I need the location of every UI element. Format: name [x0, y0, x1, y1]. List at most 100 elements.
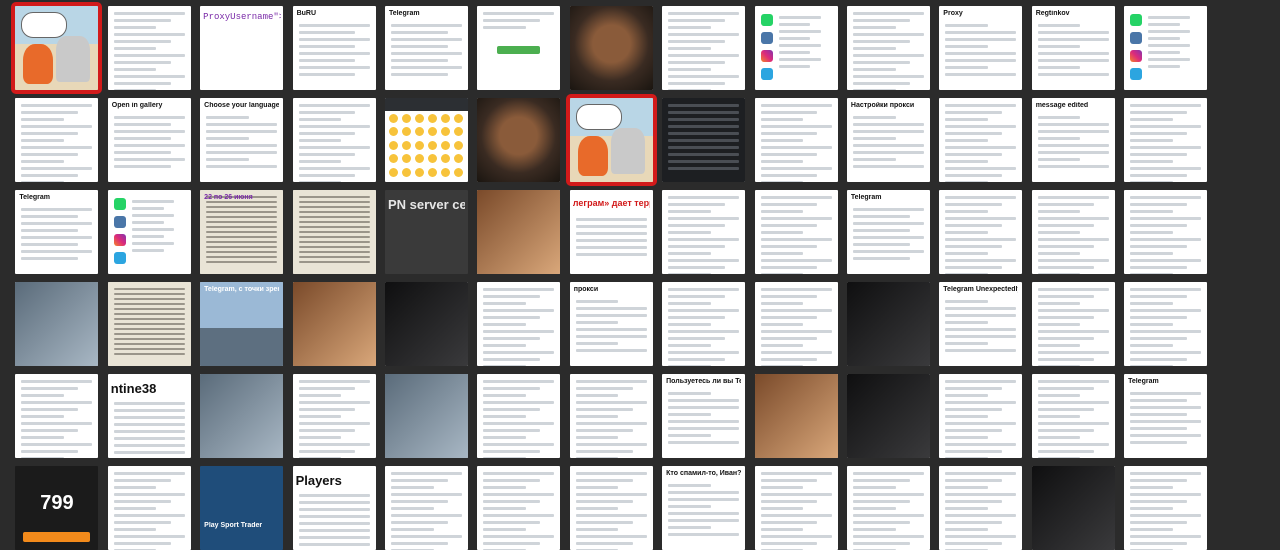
image-tile[interactable]: [292, 374, 376, 458]
image-tile[interactable]: [939, 98, 1023, 182]
image-tile[interactable]: [754, 6, 838, 90]
image-tile[interactable]: [477, 374, 561, 458]
text-line: [483, 288, 555, 291]
image-tile[interactable]: [662, 190, 746, 274]
image-tile[interactable]: [384, 98, 468, 182]
image-tile[interactable]: [477, 98, 561, 182]
tile-heading: Open in gallery: [111, 102, 163, 109]
image-tile[interactable]: [1031, 282, 1115, 366]
image-tile[interactable]: Пользуетесь ли вы Telegram?: [662, 374, 746, 458]
image-tile[interactable]: [662, 282, 746, 366]
image-tile[interactable]: [292, 190, 376, 274]
image-tile[interactable]: [477, 6, 561, 90]
image-tile[interactable]: Telegram: [846, 190, 930, 274]
text-line: [945, 139, 988, 142]
image-tile[interactable]: PN server certif: [384, 190, 468, 274]
image-tile[interactable]: ntine38: [107, 374, 191, 458]
image-tile[interactable]: [1124, 6, 1208, 90]
image-tile[interactable]: [754, 374, 838, 458]
image-tile[interactable]: Play Sport Trader: [200, 466, 284, 550]
image-tile[interactable]: Telegram, с точки зрения СМИ: [200, 282, 284, 366]
image-tile[interactable]: [292, 282, 376, 366]
text-line: [852, 257, 910, 260]
image-tile[interactable]: Regtinkov: [1031, 6, 1115, 90]
emoji-icon: [440, 114, 450, 123]
image-tile[interactable]: [754, 282, 838, 366]
image-tile[interactable]: Players: [292, 466, 376, 550]
image-tile-selected[interactable]: [565, 94, 657, 186]
image-tile[interactable]: [939, 466, 1023, 550]
image-tile[interactable]: [107, 282, 191, 366]
image-tile-selected[interactable]: [11, 2, 103, 94]
text-lines: [1037, 288, 1109, 366]
image-tile[interactable]: [384, 374, 468, 458]
photo-image: [384, 374, 468, 458]
image-tile[interactable]: Telegram: [15, 190, 99, 274]
image-tile[interactable]: [477, 190, 561, 274]
image-tile[interactable]: [939, 190, 1023, 274]
text-line: [113, 493, 185, 496]
image-tile[interactable]: [107, 6, 191, 90]
text-line: [945, 125, 1017, 128]
image-tile[interactable]: [15, 374, 99, 458]
text-line: [21, 436, 64, 439]
image-tile[interactable]: Настройки прокси: [846, 98, 930, 182]
image-tile[interactable]: [569, 466, 653, 550]
image-tile[interactable]: [1124, 98, 1208, 182]
image-tile[interactable]: [662, 98, 746, 182]
image-tile[interactable]: [846, 466, 930, 550]
image-tile[interactable]: BuRU: [292, 6, 376, 90]
text-line: [1130, 231, 1173, 234]
image-tile[interactable]: Telegram Unexpectedly Quit: [939, 282, 1023, 366]
image-tile[interactable]: [15, 282, 99, 366]
image-tile[interactable]: [1031, 190, 1115, 274]
image-tile[interactable]: [107, 190, 191, 274]
image-tile[interactable]: [846, 282, 930, 366]
image-tile[interactable]: [477, 466, 561, 550]
text-line: [945, 24, 988, 27]
emoji-icon: [401, 154, 411, 164]
image-tile[interactable]: [292, 98, 376, 182]
image-tile[interactable]: 22 по 26 июня: [200, 190, 284, 274]
text-line: [668, 288, 740, 291]
image-tile[interactable]: message edited: [1031, 98, 1115, 182]
image-tile[interactable]: [15, 98, 99, 182]
image-tile[interactable]: ProxyUsername">Лог: [200, 6, 284, 90]
image-tile[interactable]: [662, 6, 746, 90]
text-line: [113, 54, 185, 57]
image-tile[interactable]: [754, 190, 838, 274]
text-line: [21, 387, 79, 390]
image-tile[interactable]: [1031, 374, 1115, 458]
text-line: [483, 542, 541, 545]
image-tile[interactable]: [939, 374, 1023, 458]
image-tile[interactable]: [1124, 282, 1208, 366]
text-line: [1130, 413, 1187, 416]
image-tile[interactable]: Telegram: [384, 6, 468, 90]
image-tile[interactable]: Choose your language: [200, 98, 284, 182]
image-tile[interactable]: [569, 374, 653, 458]
image-tile[interactable]: Telegram: [1124, 374, 1208, 458]
image-tile[interactable]: Кто спамил-то, Иван?: [662, 466, 746, 550]
image-tile[interactable]: Proxy: [939, 6, 1023, 90]
image-tile[interactable]: [1124, 190, 1208, 274]
image-tile[interactable]: [846, 6, 930, 90]
text-line: [1037, 165, 1109, 168]
image-tile[interactable]: 799: [15, 466, 99, 550]
image-tile[interactable]: прокси: [569, 282, 653, 366]
image-tile[interactable]: [846, 374, 930, 458]
image-tile[interactable]: Open in gallery: [107, 98, 191, 182]
image-tile[interactable]: леграм» дает террорис: [569, 190, 653, 274]
image-tile[interactable]: [569, 6, 653, 90]
text-line: [1130, 288, 1202, 291]
image-tile[interactable]: [754, 466, 838, 550]
image-tile[interactable]: [1124, 466, 1208, 550]
image-tile[interactable]: [200, 374, 284, 458]
image-tile[interactable]: [1031, 466, 1115, 550]
image-tile[interactable]: [107, 466, 191, 550]
image-tile[interactable]: [384, 282, 468, 366]
image-tile[interactable]: [384, 466, 468, 550]
image-tile[interactable]: [754, 98, 838, 182]
image-tile[interactable]: [477, 282, 561, 366]
text-line: [945, 521, 1003, 524]
text-line: [113, 165, 171, 168]
